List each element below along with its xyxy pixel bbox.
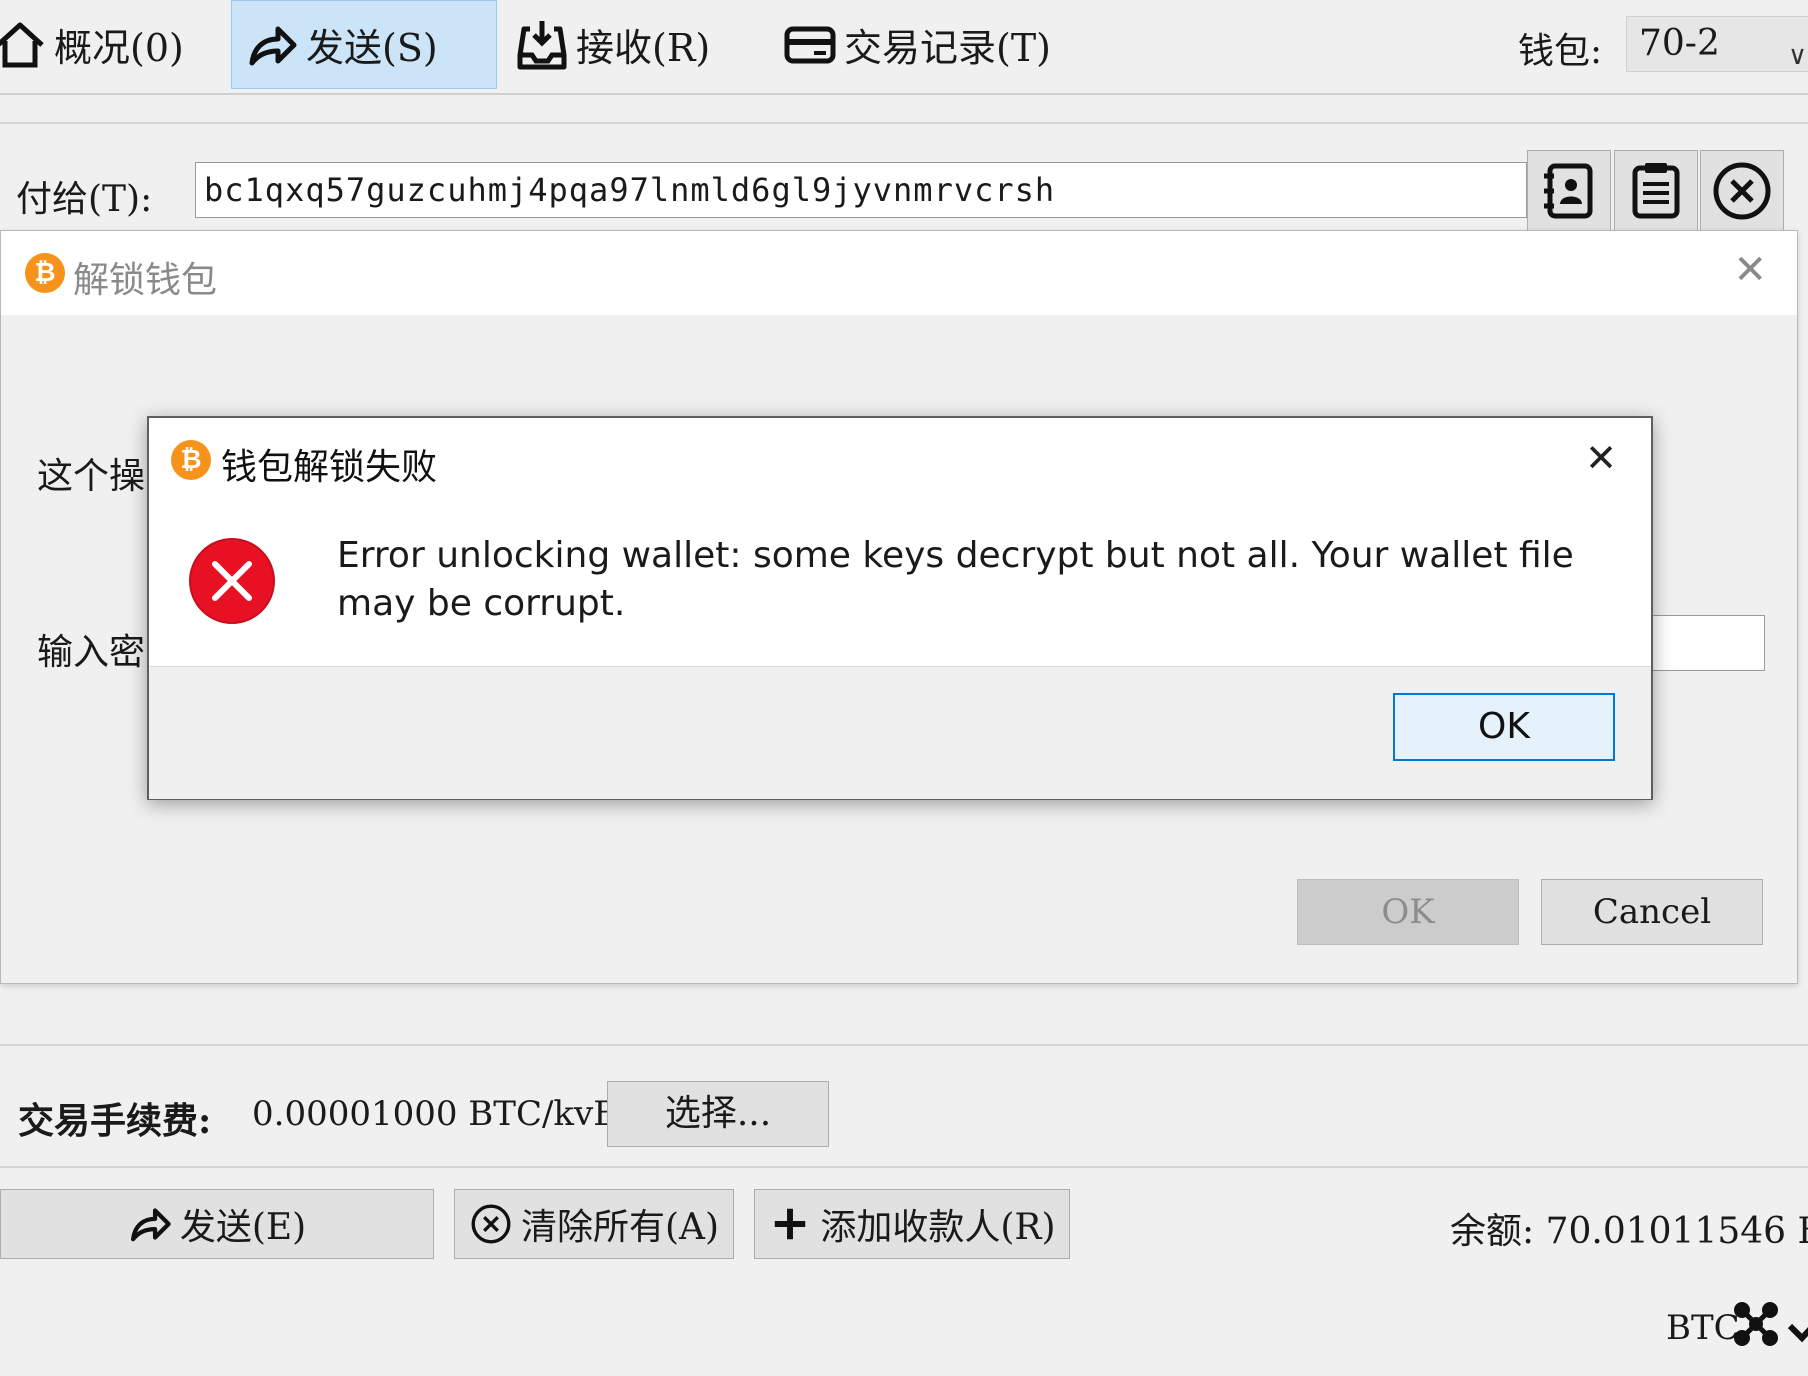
main-toolbar: 概况(0) 发送(S) 接收(R) 交易记录(T) 钱包: 70-2 ∨ <box>0 0 1808 95</box>
close-icon[interactable]: ✕ <box>1733 247 1767 293</box>
network-connections-icon[interactable] <box>1730 1298 1782 1350</box>
fee-label: 交易手续费: <box>18 1100 212 1142</box>
clear-all-button[interactable]: 清除所有(A) <box>454 1189 734 1259</box>
wallet-select[interactable]: 70-2 ∨ <box>1626 16 1808 72</box>
transactions-card-icon <box>784 26 836 63</box>
pay-to-address-input[interactable]: bc1qxq57guzcuhmj4pqa97lnmld6gl9jyvnmrvcr… <box>195 162 1527 218</box>
close-circle-icon <box>471 1204 511 1244</box>
unlock-cancel-button[interactable]: Cancel <box>1541 879 1763 945</box>
address-book-icon <box>1544 163 1593 219</box>
wallet-label: 钱包: <box>1518 31 1603 72</box>
send-arrow-icon <box>130 1208 171 1242</box>
clear-address-button[interactable] <box>1700 150 1784 232</box>
paste-button[interactable] <box>1614 150 1698 232</box>
pay-to-label: 付给(T): <box>16 179 153 220</box>
clipboard-icon <box>1632 163 1680 219</box>
chevron-down-icon: ∨ <box>1787 41 1807 71</box>
error-dialog-title: 钱包解锁失败 <box>221 447 438 488</box>
bitcoin-logo-icon: ₿ <box>25 253 65 293</box>
add-recipient-button-label: 添加收款人(R) <box>820 1207 1056 1248</box>
tab-receive-label: 接收(R) <box>576 26 711 70</box>
unlock-dialog-description: 这个操 <box>37 456 146 497</box>
add-recipient-button[interactable]: 添加收款人(R) <box>754 1189 1070 1259</box>
bottom-separator <box>0 1166 1808 1168</box>
receive-inbox-icon <box>517 20 567 69</box>
send-button[interactable]: 发送(E) <box>0 1189 434 1259</box>
error-message-text: Error unlocking wallet: some keys decryp… <box>337 535 1574 624</box>
unlock-ok-button[interactable]: OK <box>1297 879 1519 945</box>
synced-check-icon <box>1787 1323 1808 1343</box>
tab-send[interactable]: 发送(S) <box>231 0 497 89</box>
unlock-dialog-titlebar: ₿ 解锁钱包 ✕ <box>1 231 1797 315</box>
send-arrow-icon <box>249 26 297 65</box>
clear-all-button-label: 清除所有(A) <box>520 1207 720 1248</box>
balance-text: 余额: 70.01011546 BTC <box>1450 1211 1808 1252</box>
tab-transactions-label: 交易记录(T) <box>844 26 1051 70</box>
send-button-label: 发送(E) <box>179 1207 307 1248</box>
tab-overview-label: 概况(0) <box>54 26 184 70</box>
tab-transactions[interactable]: 交易记录(T) <box>784 0 1074 89</box>
tab-overview[interactable]: 概况(0) <box>0 0 200 89</box>
wallet-select-value: 70-2 <box>1639 23 1720 64</box>
plus-icon <box>775 1208 806 1240</box>
tab-send-label: 发送(S) <box>306 26 438 70</box>
toolbar-separator <box>0 122 1808 124</box>
close-icon[interactable]: ✕ <box>1585 436 1617 480</box>
address-book-button[interactable] <box>1527 150 1611 232</box>
error-icon <box>189 538 275 624</box>
status-unit-label[interactable]: BTC <box>1666 1308 1740 1348</box>
fee-choose-button[interactable]: 选择... <box>607 1081 829 1147</box>
unlock-dialog-title: 解锁钱包 <box>73 260 218 301</box>
error-ok-button[interactable]: OK <box>1393 693 1615 761</box>
home-icon <box>0 22 44 67</box>
tab-receive[interactable]: 接收(R) <box>516 0 736 89</box>
fee-value: 0.00001000 BTC/kvB <box>252 1094 619 1134</box>
passphrase-label: 输入密 <box>37 632 146 673</box>
close-circle-icon <box>1713 162 1771 220</box>
error-message-dialog: ₿ 钱包解锁失败 ✕ Error unlocking wallet: some … <box>147 416 1653 800</box>
error-dialog-footer: OK <box>149 666 1651 799</box>
bitcoin-logo-icon: ₿ <box>171 440 211 480</box>
fee-separator <box>0 1044 1808 1046</box>
